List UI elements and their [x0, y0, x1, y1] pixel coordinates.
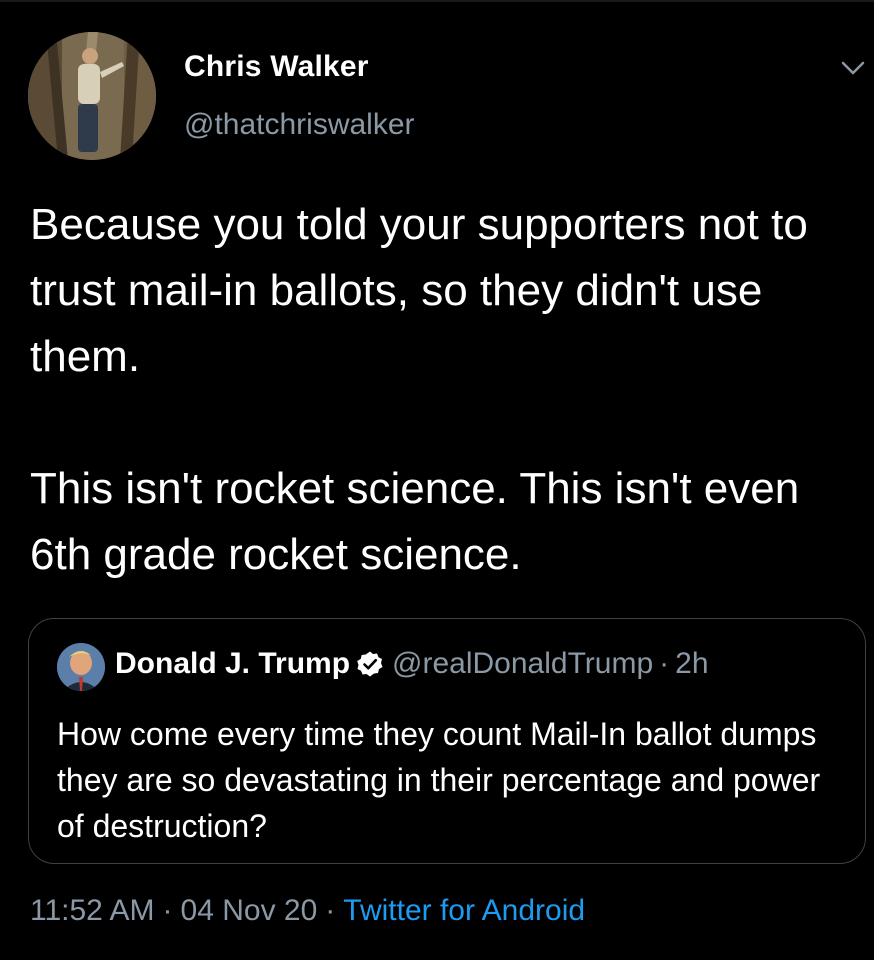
- separator-dot: ·: [325, 894, 336, 927]
- tweet-paragraph: This isn't rocket science. This isn't ev…: [30, 464, 800, 579]
- author-handle[interactable]: @thatchriswalker: [184, 108, 415, 142]
- separator-dot: ·: [162, 894, 173, 927]
- author-avatar[interactable]: [28, 32, 156, 160]
- quoted-tweet-age: 2h: [675, 647, 709, 680]
- quoted-author-name: Donald J. Trump: [115, 647, 351, 680]
- quoted-author-avatar: [57, 643, 105, 691]
- quoted-tweet-header: Donald J. Trump @realDonaldTrump · 2h: [115, 647, 709, 681]
- quoted-author-avatar-photo: [57, 643, 105, 691]
- quoted-tweet-card[interactable]: Donald J. Trump @realDonaldTrump · 2h Ho…: [28, 618, 866, 864]
- quoted-author-handle: @realDonaldTrump: [392, 647, 654, 680]
- tweet-date[interactable]: 04 Nov 20: [181, 894, 318, 927]
- separator-dot: ·: [659, 647, 670, 680]
- tweet-text: Because you told your supporters not to …: [30, 192, 850, 588]
- verified-badge-icon: [356, 650, 384, 678]
- tweet-time[interactable]: 11:52 AM: [30, 894, 155, 927]
- top-divider: [0, 0, 874, 2]
- tweet-meta: 11:52 AM · 04 Nov 20 · Twitter for Android: [30, 894, 585, 928]
- author-avatar-photo: [28, 32, 156, 160]
- tweet-paragraph: Because you told your supporters not to …: [30, 200, 808, 381]
- chevron-down-icon[interactable]: [838, 56, 868, 80]
- tweet-source-link[interactable]: Twitter for Android: [343, 894, 585, 927]
- author-display-name[interactable]: Chris Walker: [184, 50, 369, 84]
- quoted-tweet-text: How come every time they count Mail-In b…: [57, 716, 821, 844]
